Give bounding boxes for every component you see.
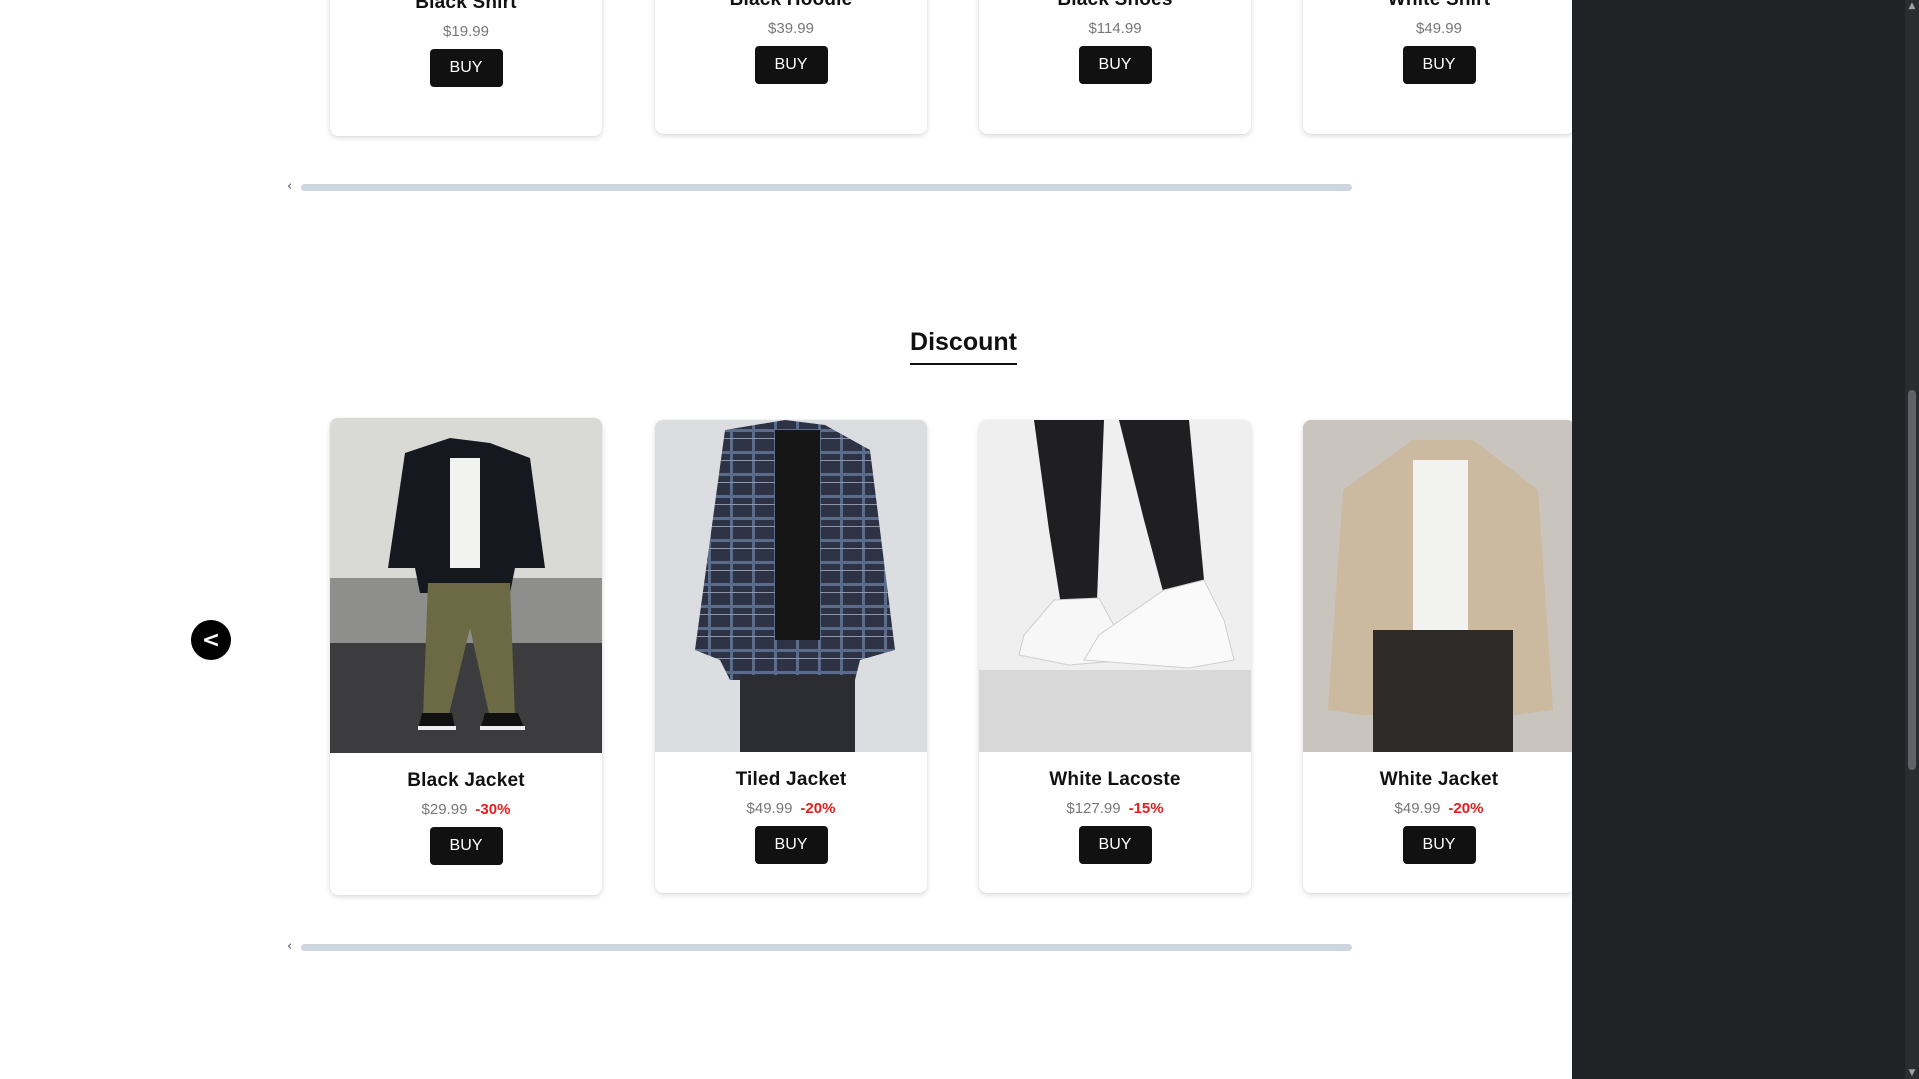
product-image — [330, 418, 602, 753]
product-name: White Jacket — [1379, 769, 1499, 790]
product-price: $114.99 — [1088, 20, 1142, 37]
product-card[interactable]: White Shirt $49.99 BUY — [1303, 0, 1572, 134]
discount-badge: -20% — [800, 800, 836, 817]
buy-button[interactable]: BUY — [429, 49, 503, 87]
product-name: Black Shoes — [979, 0, 1251, 11]
original-price: $49.99 — [746, 800, 793, 817]
buy-button[interactable]: BUY — [1402, 46, 1476, 84]
product-name: White Lacoste — [1049, 769, 1181, 790]
buy-button[interactable]: BUY — [429, 827, 503, 865]
buy-button[interactable]: BUY — [754, 46, 828, 84]
white-lacoste-photo — [979, 420, 1251, 752]
original-price: $127.99 — [1066, 800, 1121, 817]
scroll-up-icon[interactable]: ▲ — [1906, 0, 1918, 12]
product-price: $19.99 — [443, 23, 489, 40]
discount-carousel-scrollbar[interactable]: ‹ › — [287, 940, 1572, 954]
horizontal-scroll-thumb[interactable] — [301, 184, 1352, 191]
tiled-jacket-photo — [655, 420, 927, 752]
discount-badge: -20% — [1448, 800, 1484, 817]
discount-product-card[interactable]: White Jacket $49.99 -20% BUY — [1303, 420, 1572, 893]
product-card[interactable]: Black Hoodie $39.99 BUY — [655, 0, 927, 134]
product-image — [1303, 420, 1572, 752]
discount-product-card[interactable]: Black Jacket $29.99 -30% BUY — [330, 418, 602, 895]
scroll-left-icon[interactable]: ‹ — [287, 180, 292, 194]
discount-badge: -30% — [475, 801, 511, 818]
scroll-down-icon[interactable]: ▼ — [1906, 1067, 1918, 1079]
product-price: $39.99 — [768, 20, 814, 37]
buy-button[interactable]: BUY — [1402, 826, 1476, 864]
scroll-left-icon[interactable]: ‹ — [287, 940, 292, 954]
product-image — [655, 420, 927, 752]
product-image — [979, 420, 1251, 752]
vertical-scrollbar[interactable]: ▲ ▼ — [1905, 0, 1919, 1079]
discount-badge: -15% — [1128, 800, 1164, 817]
page-content: Black Shirt $19.99 BUY Black Hoodie $39.… — [0, 0, 1572, 1079]
product-card[interactable]: Black Shirt $19.99 BUY — [330, 0, 602, 136]
discount-product-card[interactable]: White Lacoste $127.99 -15% BUY — [979, 420, 1251, 893]
product-name: Black Jacket — [407, 770, 525, 791]
original-price: $49.99 — [1394, 800, 1441, 817]
product-name: Black Hoodie — [655, 0, 927, 11]
product-name: Tiled Jacket — [735, 769, 847, 790]
white-jacket-photo — [1303, 420, 1572, 752]
buy-button[interactable]: BUY — [1078, 46, 1152, 84]
buy-button[interactable]: BUY — [1078, 826, 1152, 864]
product-name: White Shirt — [1303, 0, 1572, 11]
horizontal-scroll-thumb[interactable] — [301, 944, 1352, 951]
original-price: $29.99 — [421, 801, 468, 818]
vertical-scroll-thumb[interactable] — [1908, 390, 1916, 770]
discount-product-card[interactable]: Tiled Jacket $49.99 -20% BUY — [655, 420, 927, 893]
top-carousel-scrollbar[interactable]: ‹ › — [287, 180, 1572, 194]
black-jacket-photo — [330, 418, 602, 753]
section-title: Discount — [0, 328, 1572, 365]
product-name: Black Shirt — [415, 0, 517, 13]
carousel-prev-button[interactable]: < — [191, 620, 231, 660]
window-dark-margin: ▲ ▼ — [1572, 0, 1919, 1079]
product-card[interactable]: Black Shoes $114.99 BUY — [979, 0, 1251, 134]
discount-heading: Discount — [910, 328, 1017, 365]
buy-button[interactable]: BUY — [754, 826, 828, 864]
product-price: $49.99 — [1416, 20, 1462, 37]
